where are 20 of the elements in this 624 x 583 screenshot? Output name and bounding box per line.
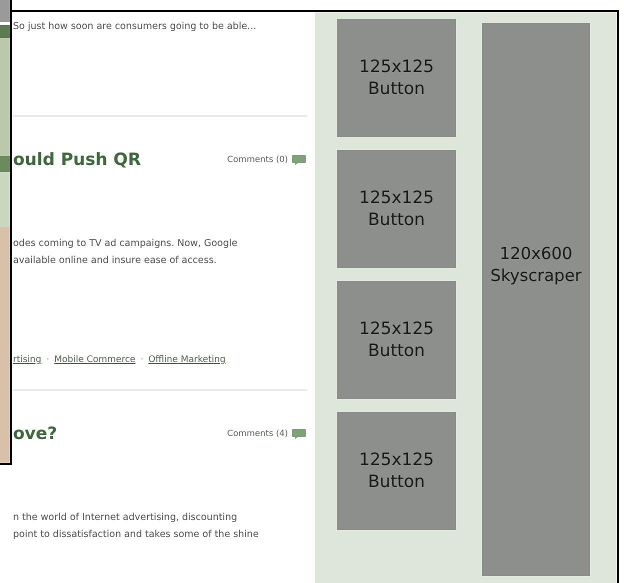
post-excerpt: So just how soon are consumers going to be able... xyxy=(13,20,258,34)
ad-placeholder[interactable]: 125x125 Button xyxy=(337,19,456,137)
tag-separator: · xyxy=(140,355,144,365)
page-edge xyxy=(0,0,10,22)
post-text: odes coming to TV ad campaigns. Now, Google available online and insure ease of access. xyxy=(13,237,238,268)
tag-link[interactable]: rtising xyxy=(13,355,42,365)
post-title[interactable]: ould Push QR xyxy=(13,150,141,170)
comment-icon xyxy=(292,155,306,165)
comments-link[interactable]: Comments (4) xyxy=(227,429,306,439)
comment-icon xyxy=(292,429,306,439)
ad-placeholder[interactable]: 125x125 Button xyxy=(337,412,456,530)
post-text: n the world of Internet advertising, discounting point to dissatisfaction and takes some of the shine xyxy=(13,511,260,542)
ad-placeholder[interactable]: 125x125 Button xyxy=(337,281,456,399)
tag-link[interactable]: Offline Marketing xyxy=(148,355,226,365)
ad-placeholder[interactable]: 125x125 Button xyxy=(337,150,456,268)
comments-link[interactable]: Comments (0) xyxy=(227,155,306,165)
ad-placeholder[interactable]: 120x600 Skyscraper xyxy=(482,23,590,576)
tag-link[interactable]: Mobile Commerce xyxy=(54,355,136,365)
post-title[interactable]: ove? xyxy=(13,424,58,444)
tag-separator: · xyxy=(46,355,50,365)
